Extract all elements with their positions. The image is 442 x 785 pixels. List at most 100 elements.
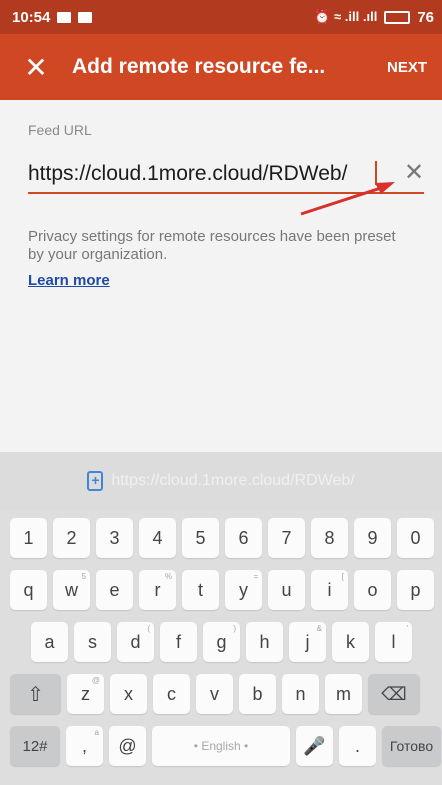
key[interactable]: x [110,674,147,714]
status-bar: 10:54 ⏰ ≈ .ill .ıll 76 [0,0,442,34]
key[interactable]: b [239,674,276,714]
backspace-key[interactable]: ⌫ [368,674,420,714]
key[interactable]: 5 [182,518,219,558]
key[interactable]: 7 [268,518,305,558]
key-label: 0 [410,527,421,548]
clear-icon[interactable]: ✕ [404,158,424,186]
key[interactable]: (d [117,622,154,662]
key[interactable]: 5w [53,570,90,610]
key[interactable]: f [160,622,197,662]
clipboard-suggestion[interactable]: https://cloud.1more.cloud/RDWeb/ [0,452,442,510]
key[interactable]: t [182,570,219,610]
key[interactable]: o [354,570,391,610]
key[interactable]: ' l [375,622,412,662]
key-label: 4 [152,527,163,548]
bottom-row: 12# a , @ • English • 🎤 . Готово [10,726,442,766]
status-time: 10:54 [12,8,51,26]
key-hint: ) [233,624,236,633]
key[interactable]: e [96,570,133,610]
key-label: y [239,579,248,600]
key-label: f [175,631,181,652]
key-hint: ' [406,624,408,633]
key-hint: ( [147,624,150,633]
annotation-arrow-icon [300,182,395,216]
key-label: w [65,579,78,600]
mic-key[interactable]: 🎤 [296,726,333,766]
key[interactable]: 0 [397,518,434,558]
key-hint: @ [91,676,100,685]
key[interactable]: & j [289,622,326,662]
clipboard-icon [87,471,104,491]
space-key[interactable]: • English • [152,726,290,766]
key-label: , [81,735,87,756]
number-row: 1 2 3 4 5 6 7 8 9 0 [10,518,440,558]
key-label: 8 [324,527,335,548]
key[interactable]: m [325,674,362,714]
key[interactable]: p [397,570,434,610]
comma-key[interactable]: a , [66,726,103,766]
key-label: z [81,683,90,704]
key[interactable]: ) g [203,622,240,662]
key-label: j [305,631,310,652]
symbols-key[interactable]: 12# [10,726,60,766]
battery-icon [384,10,411,24]
key[interactable]: @ z [67,674,104,714]
key-label: k [346,631,355,652]
learn-more-link[interactable]: Learn more [28,272,110,289]
key-label: 3 [109,527,120,548]
shift-key[interactable]: ⇧ [10,674,61,714]
key[interactable]: 8 [311,518,348,558]
key[interactable]: 4 [139,518,176,558]
key[interactable]: 9 [354,518,391,558]
key[interactable]: 1 [10,518,47,558]
key[interactable]: a [31,622,68,662]
key[interactable]: q [10,570,47,610]
page-title: Add remote resource fe... [72,55,326,78]
key-hint: & [316,624,322,633]
message-icon [57,11,72,23]
period-key[interactable]: . [339,726,376,766]
at-key[interactable]: @ [109,726,146,766]
feed-url-label: Feed URL [28,122,92,138]
key-label: h [259,631,270,652]
letter-row-1: q 5 w e% r t = y u[i o p [10,570,440,610]
key[interactable]: s [74,622,111,662]
key-label: u [281,579,292,600]
key-hint: = [253,572,258,581]
key[interactable]: v [196,674,233,714]
close-icon[interactable]: ✕ [0,34,72,100]
key-label: a [44,631,55,652]
key[interactable]: 2 [53,518,90,558]
key-hint: [ [341,572,344,581]
suggestion-text: https://cloud.1more.cloud/RDWeb/ [111,472,355,489]
key-label: n [295,683,306,704]
key-hint: 5 [81,572,86,581]
key-label: d [130,631,141,652]
key[interactable]: c [153,674,190,714]
form-content: Feed URL ✕ Privacy settings for remote r… [0,100,442,452]
key-label: g [216,631,227,652]
privacy-text: Privacy settings for remote resources ha… [28,228,396,263]
key[interactable]: = y [225,570,262,610]
letter-row-3: ⇧ @ z x c v b n m ⌫ [10,674,426,714]
key[interactable]: % r [139,570,176,610]
key-label: p [410,579,421,600]
key[interactable]: 6 [225,518,262,558]
key-label: s [88,631,97,652]
key[interactable]: [i [311,570,348,610]
key-label: v [210,683,219,704]
key-label: i [327,579,332,600]
next-button[interactable]: NEXT [376,59,442,76]
key[interactable]: h [246,622,283,662]
key[interactable]: k [332,622,369,662]
key[interactable]: n [282,674,319,714]
key-hint: % [164,572,172,581]
key-label: 6 [238,527,249,548]
arrow-head [375,182,395,194]
key-label: c [167,683,176,704]
key[interactable]: 3 [96,518,133,558]
done-key[interactable]: Готово [382,726,441,766]
key[interactable]: u [268,570,305,610]
key-label: 7 [281,527,292,548]
battery-level: 76 [417,8,434,26]
